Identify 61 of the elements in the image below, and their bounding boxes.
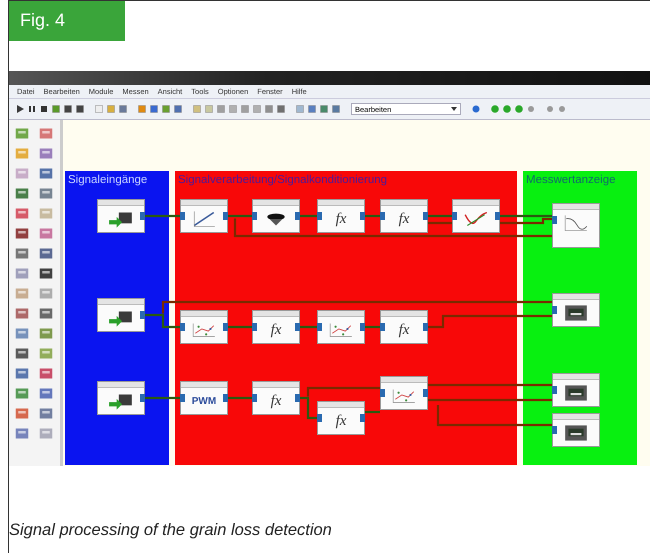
module-block[interactable] [97, 199, 145, 233]
pause-icon[interactable] [27, 104, 37, 114]
status-led-icon[interactable] [545, 104, 555, 114]
module-block[interactable] [252, 199, 300, 233]
section-title: Signaleingänge [68, 174, 148, 186]
scatter-chart-icon [391, 387, 417, 405]
status-led-icon[interactable] [526, 104, 536, 114]
connection-wire [228, 326, 252, 328]
connection-wire [300, 326, 317, 328]
display-icon [563, 424, 589, 442]
module-block[interactable] [97, 298, 145, 332]
function-symbol: fx [270, 322, 282, 338]
connection-wire [228, 396, 252, 400]
module-block[interactable]: fx [380, 199, 428, 233]
module-block[interactable] [552, 413, 600, 447]
module-block[interactable]: fx [317, 199, 365, 233]
function-symbol: fx [398, 210, 410, 228]
status-led-icon[interactable] [557, 104, 567, 114]
display-icon [563, 384, 589, 402]
module-block[interactable]: fx [380, 310, 428, 344]
connection-wire [145, 214, 180, 218]
module-block[interactable]: fx [252, 381, 300, 415]
function-symbol: fx [398, 322, 410, 338]
input-icon [108, 392, 134, 410]
caret-icon [451, 107, 457, 111]
toolbar-icon[interactable] [471, 104, 481, 114]
section-title: Messwertanzeige [526, 174, 616, 186]
module-block[interactable] [552, 373, 600, 407]
module-icon[interactable] [13, 366, 31, 381]
module-icon[interactable] [13, 186, 31, 201]
module-icon[interactable] [13, 246, 31, 261]
module-block[interactable] [97, 381, 145, 415]
status-led-icon[interactable] [502, 104, 512, 114]
module-icon[interactable] [13, 346, 31, 361]
figure-label: Fig. 4 [9, 1, 125, 41]
module-block[interactable]: PWM [180, 381, 228, 415]
function-symbol: fx [270, 392, 282, 410]
module-block[interactable]: fx [317, 401, 365, 435]
curve-chart-icon [463, 210, 489, 228]
module-block[interactable]: fx [252, 310, 300, 344]
input-icon [108, 309, 134, 327]
figure-caption: Signal processing of the grain loss detection [9, 521, 332, 540]
function-symbol: fx [336, 210, 346, 228]
function-symbol: fx [336, 412, 346, 430]
display-icon [563, 304, 589, 322]
ramp-icon [191, 210, 217, 228]
scatter-chart-icon [328, 321, 354, 339]
play-icon[interactable] [15, 104, 25, 114]
input-icon [108, 210, 134, 228]
status-led-icon[interactable] [514, 104, 524, 114]
scatter-chart-icon [191, 321, 217, 339]
section-title: Signalverarbeitung/Signalkonditionierung [178, 174, 388, 186]
connection-wire [145, 396, 180, 400]
stop-icon[interactable] [39, 104, 49, 114]
module-icon[interactable] [13, 226, 31, 241]
connection-wire [365, 326, 380, 328]
pwm-label: PWM [192, 396, 216, 406]
line-plot-icon [563, 214, 589, 232]
connection-wire [365, 410, 380, 414]
status-led-icon[interactable] [490, 104, 500, 114]
module-block[interactable] [552, 293, 600, 327]
